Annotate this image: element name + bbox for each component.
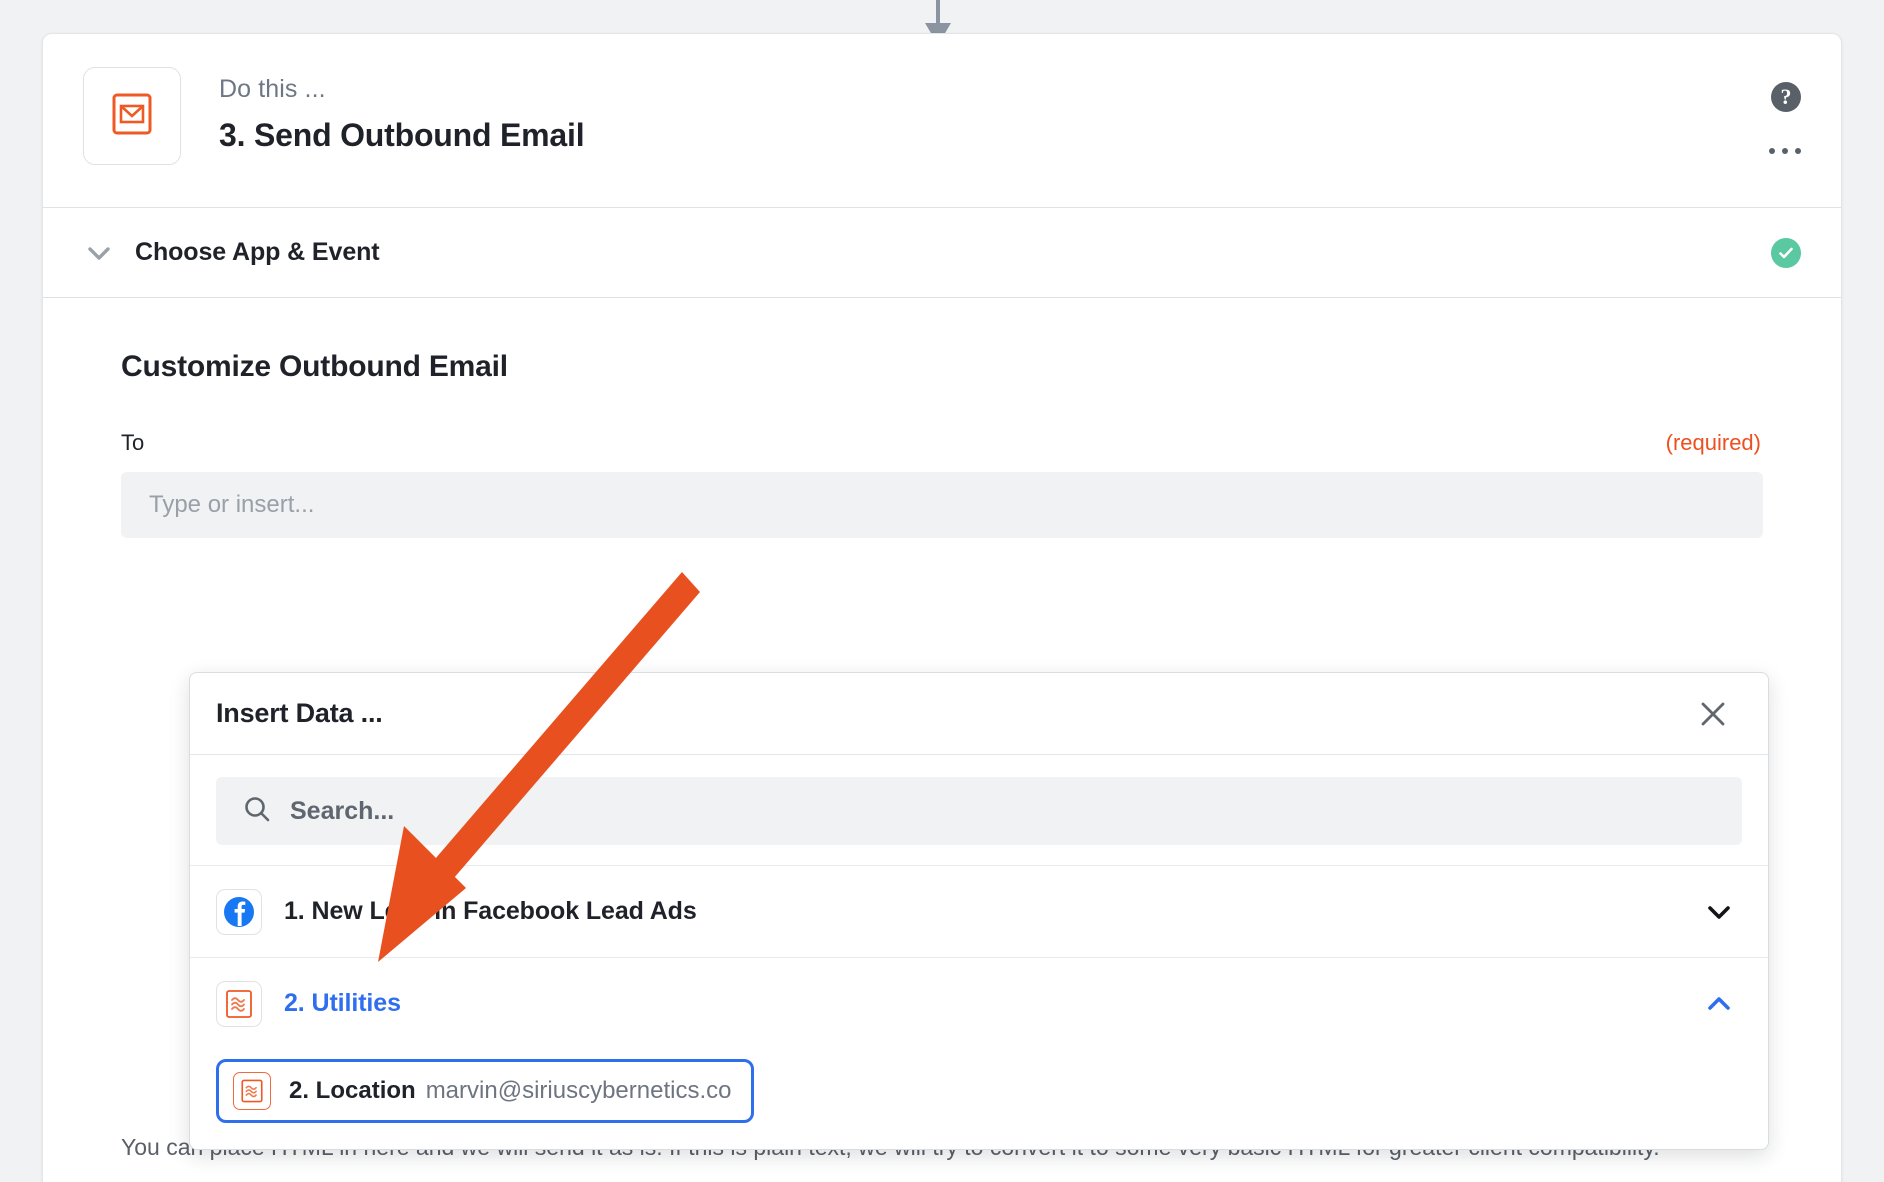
insert-data-title: Insert Data ... (216, 698, 383, 728)
complete-check-icon (1771, 237, 1801, 268)
search-icon (242, 794, 272, 829)
more-options-icon[interactable] (1769, 138, 1801, 164)
field-label-row: To (required) (121, 430, 1763, 456)
source-label: 1. New Lead in Facebook Lead Ads (284, 897, 697, 925)
field-label-to: To (121, 430, 145, 455)
chevron-down-icon[interactable] (83, 237, 115, 269)
search-placeholder: Search... (290, 796, 395, 825)
step-header: Do this ... 3. Send Outbound Email ? (43, 34, 1841, 208)
search-wrapper: Search... (190, 755, 1768, 865)
to-input-placeholder: Type or insert... (149, 491, 315, 518)
step-title-block: Do this ... 3. Send Outbound Email (219, 67, 585, 155)
insert-data-panel-header: Insert Data ... (190, 673, 1768, 755)
source-label: 2. Utilities (284, 989, 401, 1017)
field-item-name: 2. Location (289, 1077, 416, 1104)
dot (1769, 148, 1775, 154)
field-to: To (required) Type or insert... (121, 430, 1763, 538)
dot (1795, 148, 1801, 154)
step-title: 3. Send Outbound Email (219, 116, 585, 153)
source-row-facebook-lead-ads[interactable]: 1. New Lead in Facebook Lead Ads (190, 865, 1768, 957)
chevron-up-icon[interactable] (1704, 989, 1734, 1019)
step-card: Do this ... 3. Send Outbound Email ? Cho… (42, 33, 1842, 1182)
help-icon[interactable]: ? (1771, 82, 1801, 112)
field-item-value: marvin@siriuscybernetics.co (425, 1077, 732, 1104)
screen-root: Do this ... 3. Send Outbound Email ? Cho… (0, 0, 1884, 1182)
field-item-location[interactable]: 2. Location marvin@siriuscybernetics.co (216, 1059, 755, 1123)
facebook-icon (216, 888, 262, 935)
close-icon[interactable] (1696, 697, 1730, 731)
required-badge: (required) (1665, 430, 1761, 455)
section-choose-app-and-event[interactable]: Choose App & Event (43, 208, 1841, 298)
step-body: Customize Outbound Email To (required) T… (43, 298, 1841, 538)
field-list: 2. Location marvin@siriuscybernetics.co (190, 1049, 1768, 1149)
app-icon-tile (83, 67, 181, 165)
to-input[interactable]: Type or insert... (121, 472, 1763, 538)
chevron-down-icon[interactable] (1704, 897, 1734, 927)
source-row-utilities[interactable]: 2. Utilities (190, 957, 1768, 1049)
section-label: Choose App & Event (135, 238, 380, 266)
utilities-wave-icon (233, 1072, 271, 1110)
search-input[interactable]: Search... (216, 777, 1742, 845)
step-eyebrow: Do this ... (219, 75, 326, 103)
utilities-wave-icon (216, 980, 262, 1027)
envelope-icon (106, 88, 158, 145)
dot (1782, 148, 1788, 154)
insert-data-panel: Insert Data ... Search... 1. New Lead in… (189, 672, 1769, 1150)
form-title: Customize Outbound Email (121, 350, 508, 383)
